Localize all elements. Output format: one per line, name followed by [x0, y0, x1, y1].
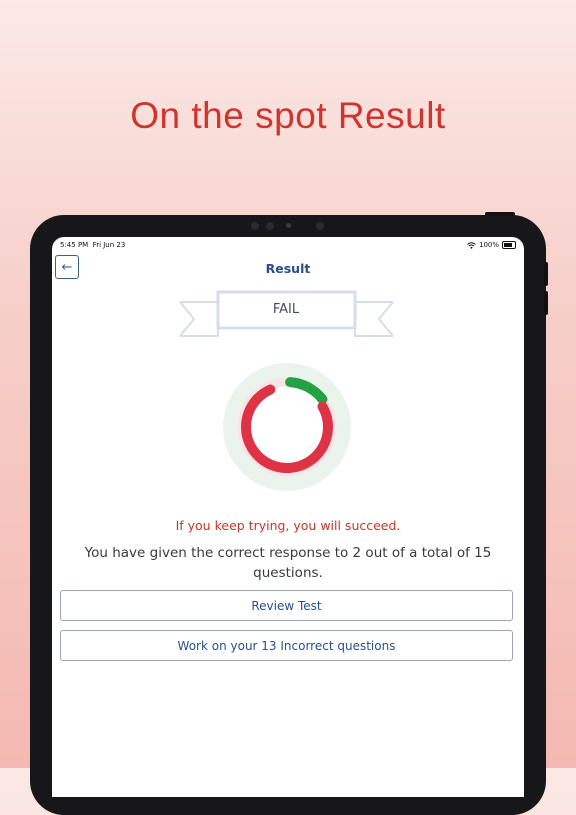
status-time: 5:45 PM Fri Jun 23: [60, 241, 126, 249]
tablet-frame: 5:45 PM Fri Jun 23 100% ← Result FAIL If…: [30, 212, 548, 815]
volume-up-button: [544, 262, 548, 286]
camera-icon: [286, 223, 291, 228]
score-donut-chart: [223, 363, 351, 491]
encouragement-message: If you keep trying, you will succeed.: [175, 518, 401, 533]
result-badge: FAIL: [272, 302, 300, 317]
score-summary: You have given the correct response to 2…: [84, 545, 492, 581]
status-bar: 5:45 PM Fri Jun 23 100%: [52, 240, 524, 254]
page-headline: On the spot Result: [130, 95, 446, 136]
status-right: 100%: [467, 241, 516, 249]
battery-percent: 100%: [478, 241, 499, 249]
page-title: Result: [265, 261, 311, 276]
review-test-button[interactable]: Review Test: [60, 590, 513, 621]
volume-down-button: [544, 291, 548, 315]
sensor-icon: [316, 222, 324, 230]
work-incorrect-button[interactable]: Work on your 13 Incorrect questions: [60, 630, 513, 661]
sensor-icon: [251, 222, 259, 230]
sensor-icon: [266, 222, 274, 230]
wifi-icon: [467, 241, 476, 249]
app-screen: 5:45 PM Fri Jun 23 100% ← Result FAIL If…: [52, 237, 524, 797]
top-button: [485, 212, 515, 216]
battery-icon: [502, 241, 516, 249]
